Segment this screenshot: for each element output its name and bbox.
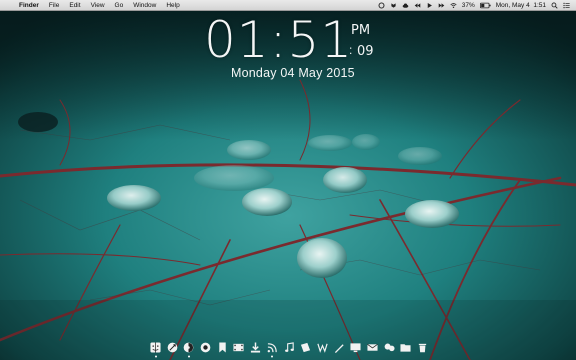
trash-icon[interactable] <box>417 342 428 353</box>
movie-icon[interactable] <box>233 342 244 353</box>
clock-seconds: 09 <box>357 44 374 59</box>
browser-icon[interactable] <box>183 342 194 353</box>
download-icon[interactable] <box>250 341 261 353</box>
launchpad-icon[interactable] <box>167 342 178 353</box>
dock <box>150 339 428 355</box>
bookmark-icon[interactable] <box>217 341 228 353</box>
notes-icon[interactable] <box>300 342 311 353</box>
share-icon[interactable] <box>384 342 395 353</box>
display-icon[interactable] <box>350 342 361 353</box>
folder-icon[interactable] <box>400 342 411 353</box>
clock-widget: 01:51 PM : 09 Monday 04 May 2015 <box>0 0 576 90</box>
feed-icon[interactable] <box>267 342 278 353</box>
dock-running-indicators <box>155 355 273 358</box>
mail-icon[interactable] <box>367 342 378 353</box>
clock-ampm: PM <box>351 23 371 38</box>
clock-time: 01:51 <box>204 11 354 69</box>
music-icon[interactable] <box>284 341 295 353</box>
finder-icon[interactable] <box>150 341 161 353</box>
clock-seconds-separator: : <box>349 43 353 57</box>
camera-icon[interactable] <box>200 342 211 353</box>
dictionary-icon[interactable] <box>317 342 328 353</box>
pen-icon[interactable] <box>334 342 345 353</box>
clock-date: Monday 04 May 2015 <box>231 66 355 80</box>
